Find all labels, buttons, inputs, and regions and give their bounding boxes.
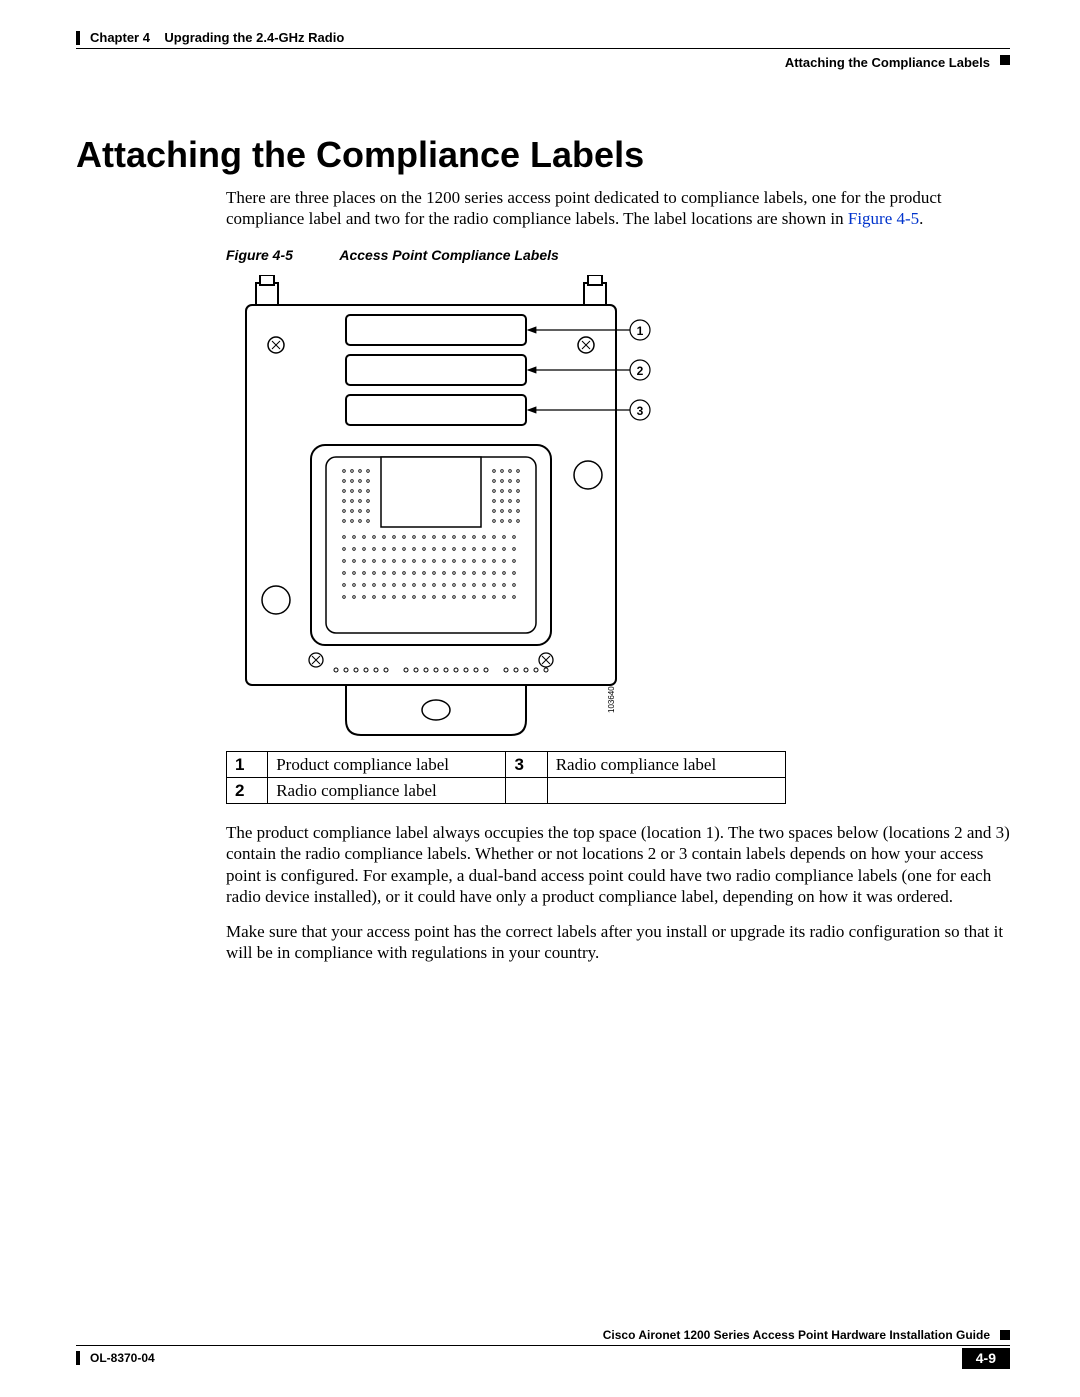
legend-empty-num bbox=[506, 777, 547, 803]
para2: The product compliance label always occu… bbox=[226, 822, 1010, 907]
table-row: 1 Product compliance label 3 Radio compl… bbox=[227, 751, 786, 777]
page-number: 4-9 bbox=[962, 1348, 1010, 1370]
chapter-label: Chapter 4 bbox=[90, 30, 150, 45]
chapter-title: Upgrading the 2.4-GHz Radio bbox=[164, 30, 344, 45]
section-breadcrumb: Attaching the Compliance Labels bbox=[785, 55, 990, 71]
footer-doc-id: OL-8370-04 bbox=[90, 1351, 155, 1366]
intro-paragraph: There are three places on the 1200 serie… bbox=[226, 187, 1010, 230]
figure-title: Access Point Compliance Labels bbox=[339, 247, 558, 263]
square-icon bbox=[1000, 55, 1010, 65]
figure-legend-table: 1 Product compliance label 3 Radio compl… bbox=[226, 751, 786, 805]
para3: Make sure that your access point has the… bbox=[226, 921, 1010, 964]
footer-bar-icon bbox=[76, 1351, 80, 1365]
legend-empty-text bbox=[547, 777, 785, 803]
callout-2-text: 2 bbox=[637, 364, 644, 378]
legend-num-2: 2 bbox=[227, 777, 268, 803]
legend-num-3: 3 bbox=[506, 751, 547, 777]
footer-rule bbox=[76, 1345, 1010, 1346]
legend-num-1: 1 bbox=[227, 751, 268, 777]
section-breadcrumb-row: Attaching the Compliance Labels bbox=[76, 49, 1010, 71]
square-icon bbox=[1000, 1330, 1010, 1340]
header-bar-icon bbox=[76, 31, 80, 45]
para1-text-b: . bbox=[919, 209, 923, 228]
legend-text-1: Product compliance label bbox=[268, 751, 506, 777]
callout-1-text: 1 bbox=[637, 324, 644, 338]
footer-book-title: Cisco Aironet 1200 Series Access Point H… bbox=[603, 1328, 990, 1343]
figure-image-ref: 103640 bbox=[607, 685, 616, 712]
callout-3-text: 3 bbox=[637, 404, 644, 418]
table-row: 2 Radio compliance label bbox=[227, 777, 786, 803]
legend-text-2: Radio compliance label bbox=[268, 777, 506, 803]
legend-text-3: Radio compliance label bbox=[547, 751, 785, 777]
section-heading: Attaching the Compliance Labels bbox=[76, 132, 1010, 177]
figure-number: Figure 4-5 bbox=[226, 247, 336, 265]
figure-caption: Figure 4-5 Access Point Compliance Label… bbox=[226, 247, 1010, 265]
figure-xref-link[interactable]: Figure 4-5 bbox=[848, 209, 919, 228]
running-header: Chapter 4 Upgrading the 2.4-GHz Radio bbox=[76, 30, 1010, 46]
para1-text-a: There are three places on the 1200 serie… bbox=[226, 188, 942, 228]
figure-illustration: 1 2 3 103640 bbox=[226, 275, 786, 745]
page-footer: Cisco Aironet 1200 Series Access Point H… bbox=[76, 1328, 1010, 1370]
